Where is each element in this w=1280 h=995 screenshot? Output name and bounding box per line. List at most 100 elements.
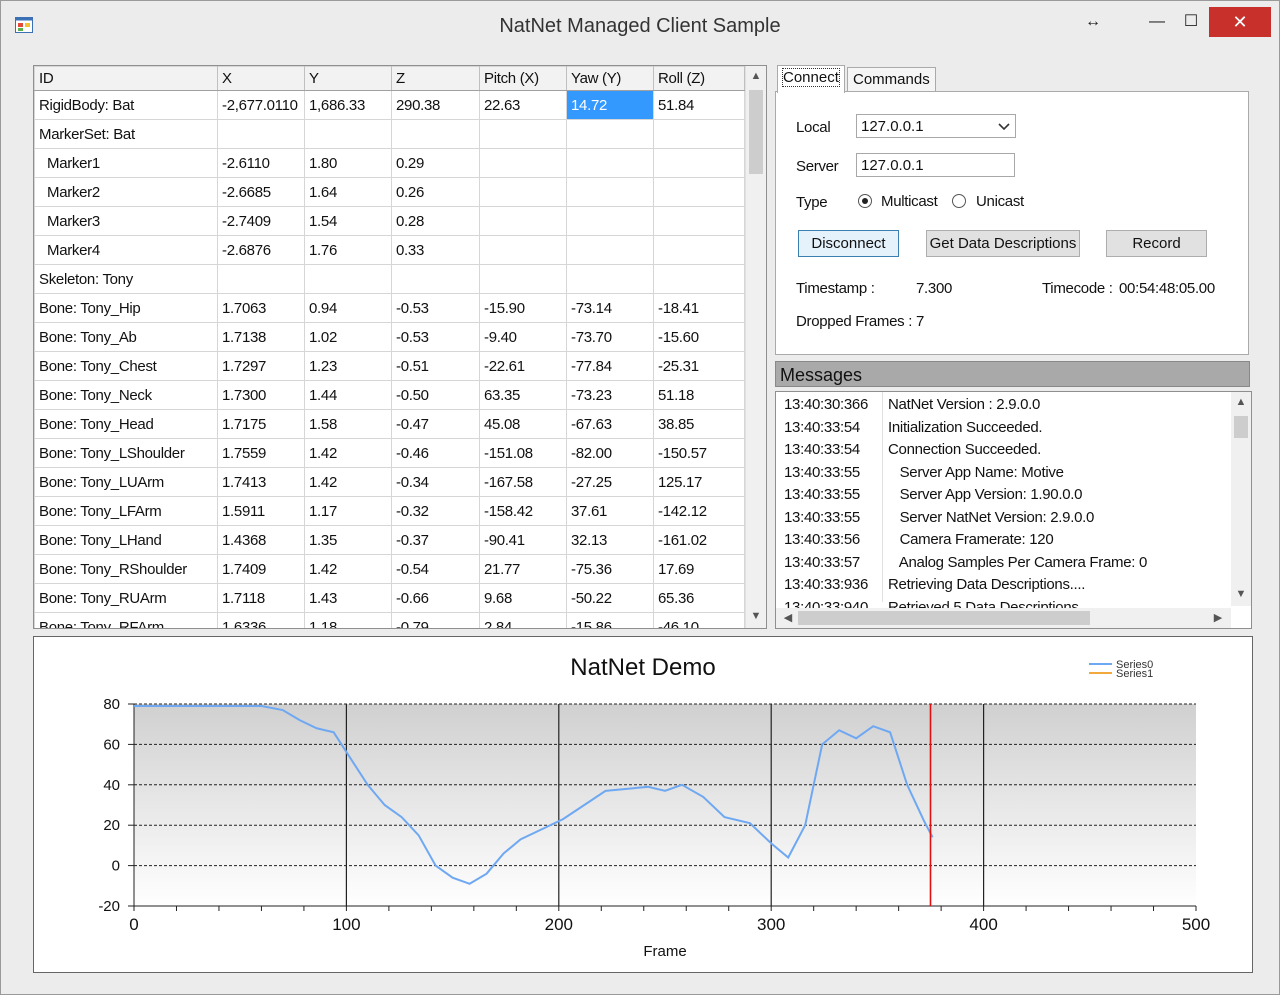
table-row[interactable]: Marker3 -2.7409 1.54 0.28 <box>34 206 745 236</box>
table-cell[interactable]: MarkerSet: Bat <box>34 119 218 149</box>
table-cell[interactable]: Bone: Tony_LUArm <box>34 467 218 497</box>
table-cell[interactable]: Bone: Tony_RShoulder <box>34 554 218 584</box>
table-cell[interactable]: 1.42 <box>304 438 392 468</box>
table-cell[interactable]: 1.7175 <box>217 409 305 439</box>
table-cell[interactable]: 0.29 <box>391 148 480 178</box>
table-cell[interactable]: -73.23 <box>566 380 654 410</box>
table-cell[interactable]: 1.7297 <box>217 351 305 381</box>
server-input[interactable]: 127.0.0.1 <box>856 153 1015 177</box>
table-cell[interactable]: 1.7300 <box>217 380 305 410</box>
table-cell[interactable]: -0.54 <box>391 554 480 584</box>
table-cell[interactable] <box>653 119 745 149</box>
table-cell[interactable]: 21.77 <box>479 554 567 584</box>
list-item[interactable]: 13:40:33:55 Server App Name: Motive <box>776 462 1231 484</box>
table-cell[interactable]: -67.63 <box>566 409 654 439</box>
table-cell[interactable] <box>217 119 305 149</box>
table-cell[interactable]: 1.42 <box>304 467 392 497</box>
table-cell[interactable]: -18.41 <box>653 293 745 323</box>
close-button[interactable]: ✕ <box>1209 7 1271 37</box>
table-cell[interactable]: 63.35 <box>479 380 567 410</box>
table-cell[interactable] <box>391 264 480 294</box>
table-row[interactable]: Bone: Tony_Chest 1.7297 1.23 -0.51 -22.61 -77… <box>34 351 745 381</box>
column-header[interactable]: Z <box>391 66 480 91</box>
table-cell[interactable] <box>479 177 567 207</box>
table-cell[interactable]: -2,677.0110 <box>217 90 305 120</box>
table-cell[interactable] <box>653 235 745 265</box>
scroll-left-icon[interactable]: ◀ <box>778 611 798 624</box>
table-cell[interactable]: -0.34 <box>391 467 480 497</box>
table-row[interactable]: Bone: Tony_Ab 1.7138 1.02 -0.53 -9.40 -73.70-… <box>34 322 745 352</box>
table-cell[interactable] <box>566 177 654 207</box>
table-row[interactable]: Bone: Tony_LUArm 1.7413 1.42 -0.34 -167.58 -2… <box>34 467 745 497</box>
table-cell[interactable]: 14.72 <box>566 90 654 120</box>
table-cell[interactable]: 1.23 <box>304 351 392 381</box>
table-cell[interactable] <box>653 148 745 178</box>
table-cell[interactable] <box>653 177 745 207</box>
table-cell[interactable]: 1.17 <box>304 496 392 526</box>
table-cell[interactable] <box>566 264 654 294</box>
scroll-up-icon[interactable]: ▲ <box>746 70 766 82</box>
grid-scroll-thumb[interactable] <box>749 90 763 174</box>
table-cell[interactable]: 1.43 <box>304 583 392 613</box>
table-row[interactable]: Marker1 -2.6110 1.80 0.29 <box>34 148 745 178</box>
scroll-down-icon[interactable]: ▼ <box>1231 588 1251 600</box>
disconnect-button[interactable]: Disconnect <box>798 230 899 257</box>
table-cell[interactable]: -0.47 <box>391 409 480 439</box>
table-cell[interactable]: 1.7063 <box>217 293 305 323</box>
table-cell[interactable]: 38.85 <box>653 409 745 439</box>
table-cell[interactable]: 1.54 <box>304 206 392 236</box>
table-cell[interactable]: -0.53 <box>391 293 480 323</box>
column-header[interactable]: Yaw (Y) <box>566 66 654 91</box>
table-cell[interactable]: RigidBody: Bat <box>34 90 218 120</box>
table-cell[interactable]: Marker4 <box>34 235 218 265</box>
table-cell[interactable]: -73.14 <box>566 293 654 323</box>
table-cell[interactable]: 0.33 <box>391 235 480 265</box>
table-cell[interactable]: 51.18 <box>653 380 745 410</box>
table-cell[interactable] <box>653 206 745 236</box>
table-row[interactable]: Bone: Tony_LHand 1.4368 1.35 -0.37 -90.41 32.… <box>34 525 745 555</box>
table-cell[interactable]: -2.6685 <box>217 177 305 207</box>
table-cell[interactable]: Bone: Tony_LFArm <box>34 496 218 526</box>
messages-list[interactable]: 13:40:30:366 NatNet Version : 2.9.0.0 13:4… <box>775 391 1252 629</box>
table-row[interactable]: RigidBody: Bat -2,677.0110 1,686.33 290.38 2… <box>34 90 745 120</box>
resize-icon[interactable]: ↔ <box>1081 9 1105 35</box>
table-row[interactable]: Bone: Tony_RShoulder 1.7409 1.42 -0.54 21.77… <box>34 554 745 584</box>
get-data-descriptions-button[interactable]: Get Data Descriptions <box>926 230 1080 257</box>
table-cell[interactable]: 17.69 <box>653 554 745 584</box>
table-cell[interactable]: Bone: Tony_Neck <box>34 380 218 410</box>
table-cell[interactable]: Bone: Tony_RFArm <box>34 612 218 628</box>
table-cell[interactable]: -15.86 <box>566 612 654 628</box>
list-item[interactable]: 13:40:33:56 Camera Framerate: 120 <box>776 529 1231 551</box>
table-row[interactable]: Skeleton: Tony <box>34 264 745 294</box>
list-item[interactable]: 13:40:33:54 Initialization Succeeded. <box>776 417 1231 439</box>
table-cell[interactable]: -2.7409 <box>217 206 305 236</box>
table-cell[interactable]: -150.57 <box>653 438 745 468</box>
messages-hscroll-thumb[interactable] <box>798 611 1090 625</box>
table-cell[interactable]: 65.36 <box>653 583 745 613</box>
table-cell[interactable] <box>566 119 654 149</box>
table-cell[interactable]: 51.84 <box>653 90 745 120</box>
table-row[interactable]: Bone: Tony_Neck 1.7300 1.44 -0.50 63.35 -73.2… <box>34 380 745 410</box>
table-cell[interactable]: 1,686.33 <box>304 90 392 120</box>
table-row[interactable]: Bone: Tony_Head 1.7175 1.58 -0.47 45.08 -67.6… <box>34 409 745 439</box>
column-header[interactable]: Roll (Z) <box>653 66 745 91</box>
table-cell[interactable]: 1.7559 <box>217 438 305 468</box>
table-row[interactable]: Bone: Tony_LFArm 1.5911 1.17 -0.32 -158.42 37… <box>34 496 745 526</box>
table-cell[interactable]: 45.08 <box>479 409 567 439</box>
table-cell[interactable]: Bone: Tony_LShoulder <box>34 438 218 468</box>
table-row[interactable]: Bone: Tony_Hip 1.7063 0.94 -0.53 -15.90 -73.1… <box>34 293 745 323</box>
table-cell[interactable]: -73.70 <box>566 322 654 352</box>
table-cell[interactable]: -2.6110 <box>217 148 305 178</box>
table-cell[interactable]: -9.40 <box>479 322 567 352</box>
column-header[interactable]: X <box>217 66 305 91</box>
table-cell[interactable]: 1.02 <box>304 322 392 352</box>
table-cell[interactable] <box>653 264 745 294</box>
local-select[interactable]: 127.0.0.1 <box>856 114 1016 138</box>
table-cell[interactable]: 1.7138 <box>217 322 305 352</box>
minimize-button[interactable]: — <box>1145 9 1169 35</box>
table-cell[interactable]: Bone: Tony_Hip <box>34 293 218 323</box>
table-cell[interactable]: -90.41 <box>479 525 567 555</box>
table-cell[interactable]: -0.37 <box>391 525 480 555</box>
table-cell[interactable]: -0.53 <box>391 322 480 352</box>
table-cell[interactable]: Skeleton: Tony <box>34 264 218 294</box>
